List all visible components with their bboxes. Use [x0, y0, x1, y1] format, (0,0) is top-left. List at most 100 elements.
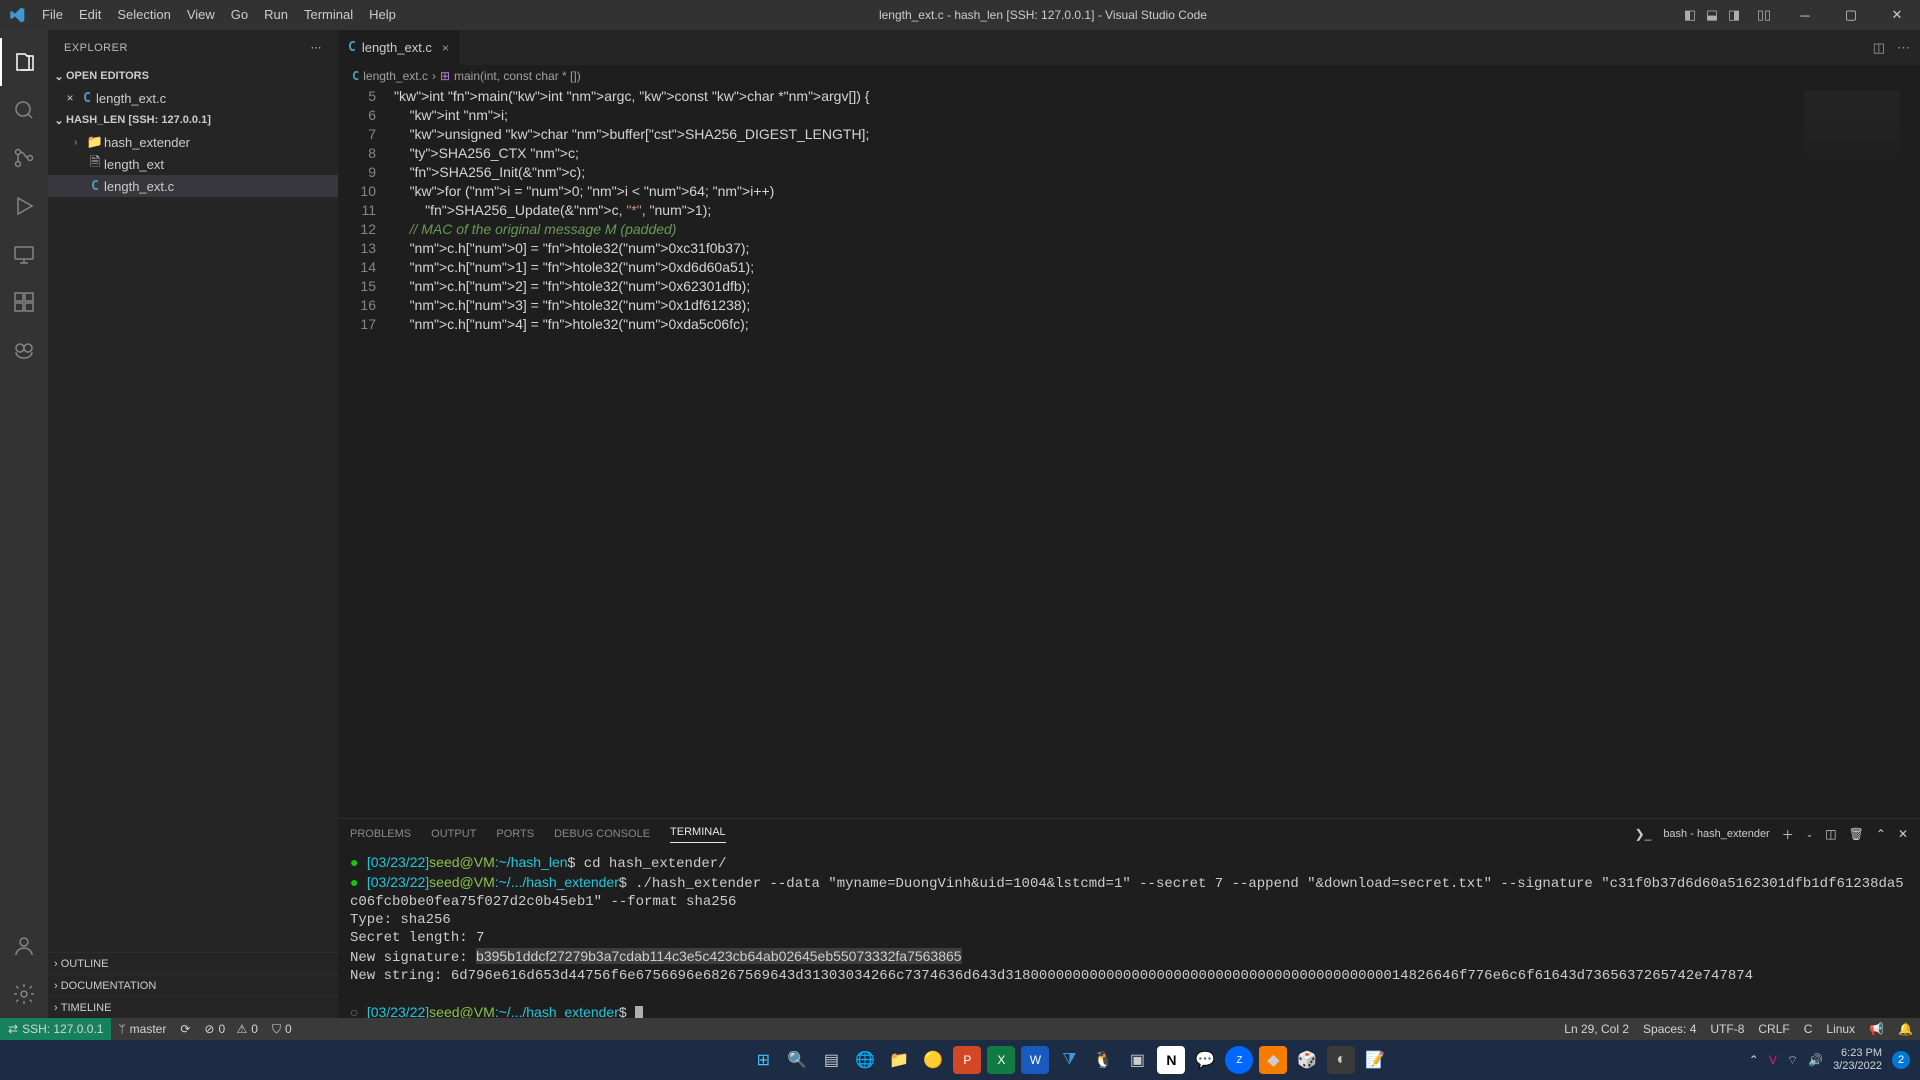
- menu-view[interactable]: View: [179, 0, 223, 30]
- remote-explorer-activity-icon[interactable]: [0, 230, 48, 278]
- explorer-sidebar: EXPLORER ⋯ ⌄OPEN EDITORS × C length_ext.…: [48, 30, 338, 1018]
- toggle-panel-right-icon[interactable]: ◨: [1726, 7, 1742, 23]
- terminal-shell-name[interactable]: bash - hash_extender: [1663, 828, 1769, 840]
- indentation-status[interactable]: Spaces: 4: [1636, 1018, 1703, 1040]
- split-editor-icon[interactable]: ◫: [1873, 40, 1885, 56]
- sync-button[interactable]: ⟳: [173, 1018, 197, 1040]
- excel-icon[interactable]: X: [987, 1046, 1015, 1074]
- accounts-activity-icon[interactable]: [0, 922, 48, 970]
- window-maximize-button[interactable]: ▢: [1828, 0, 1874, 30]
- more-actions-icon[interactable]: ⋯: [1897, 40, 1910, 56]
- settings-activity-icon[interactable]: [0, 970, 48, 1018]
- taskbar-clock[interactable]: 6:23 PM3/23/2022: [1833, 1047, 1882, 1073]
- linux-icon[interactable]: 🐧: [1089, 1046, 1117, 1074]
- extensions-activity-icon[interactable]: [0, 278, 48, 326]
- open-editors-section[interactable]: ⌄OPEN EDITORS: [48, 65, 338, 87]
- terminal-dropdown-icon[interactable]: ⌄: [1806, 829, 1814, 840]
- window-close-button[interactable]: ✕: [1874, 0, 1920, 30]
- panel-tab-terminal[interactable]: TERMINAL: [670, 826, 726, 843]
- app-icon[interactable]: ◆: [1259, 1046, 1287, 1074]
- scm-activity-icon[interactable]: [0, 134, 48, 182]
- windows-taskbar: ⊞ 🔍 ▤ 🌐 📁 🟡 P X W ⧩ 🐧 ▣ N 💬 Z ◆ 🎲 ◐ 📝 ⌃ …: [0, 1040, 1920, 1080]
- volume-icon[interactable]: 🔊: [1808, 1053, 1823, 1067]
- minimap[interactable]: [1804, 91, 1900, 171]
- notion-icon[interactable]: N: [1157, 1046, 1185, 1074]
- problems-status[interactable]: ⊘0 ⚠0: [197, 1018, 265, 1040]
- notifications-icon[interactable]: 🔔: [1891, 1018, 1920, 1040]
- search-taskbar-icon[interactable]: 🔍: [783, 1046, 811, 1074]
- explorer-activity-icon[interactable]: [0, 38, 48, 86]
- eol-status[interactable]: CRLF: [1751, 1018, 1796, 1040]
- feedback-icon[interactable]: 📢: [1862, 1018, 1891, 1040]
- close-editor-icon[interactable]: ×: [62, 91, 78, 105]
- powerpoint-icon[interactable]: P: [953, 1046, 981, 1074]
- window-minimize-button[interactable]: ─: [1782, 0, 1828, 30]
- language-status[interactable]: C: [1797, 1018, 1820, 1040]
- wifi-icon[interactable]: ⌔: [1787, 1053, 1798, 1068]
- terminal-body[interactable]: ● [03/23/22]seed@VM:~/hash_len$ cd hash_…: [338, 849, 1920, 1018]
- toggle-panel-left-icon[interactable]: ◧: [1682, 7, 1698, 23]
- toggle-panel-bottom-icon[interactable]: ⬓: [1704, 7, 1720, 23]
- code-editor[interactable]: 567891011121314151617 "kw">int "fn">main…: [338, 87, 1920, 818]
- panel-tab-problems[interactable]: PROBLEMS: [350, 828, 411, 840]
- messenger-icon[interactable]: 💬: [1191, 1046, 1219, 1074]
- tray-chevron-icon[interactable]: ⌃: [1749, 1053, 1759, 1067]
- os-status[interactable]: Linux: [1819, 1018, 1862, 1040]
- remote-indicator[interactable]: ⇄ SSH: 127.0.0.1: [0, 1018, 111, 1040]
- menu-go[interactable]: Go: [223, 0, 256, 30]
- tree-folder-hash-extender[interactable]: › 📁 hash_extender: [48, 131, 338, 153]
- new-terminal-icon[interactable]: ＋: [1782, 826, 1794, 843]
- kill-terminal-icon[interactable]: 🗑: [1849, 827, 1864, 841]
- editor-tab[interactable]: C length_ext.c ×: [338, 30, 460, 65]
- outline-section[interactable]: › OUTLINE: [48, 952, 338, 974]
- run-debug-activity-icon[interactable]: [0, 182, 48, 230]
- menu-selection[interactable]: Selection: [109, 0, 178, 30]
- chrome-icon[interactable]: 🟡: [919, 1046, 947, 1074]
- terminal-shell-icon[interactable]: ❯_: [1635, 827, 1652, 841]
- search-activity-icon[interactable]: [0, 86, 48, 134]
- notification-center-icon[interactable]: 2: [1892, 1051, 1910, 1069]
- close-tab-icon[interactable]: ×: [442, 41, 449, 55]
- app-icon-3[interactable]: ◐: [1327, 1046, 1355, 1074]
- customize-layout-icon[interactable]: ▯▯: [1756, 7, 1772, 23]
- file-explorer-icon[interactable]: 📁: [885, 1046, 913, 1074]
- ports-status[interactable]: ⛉0: [265, 1018, 299, 1040]
- menu-edit[interactable]: Edit: [71, 0, 109, 30]
- menu-run[interactable]: Run: [256, 0, 296, 30]
- panel-tab-ports[interactable]: PORTS: [496, 828, 534, 840]
- terminal-taskbar-icon[interactable]: ▣: [1123, 1046, 1151, 1074]
- breadcrumb-file[interactable]: length_ext.c: [363, 69, 428, 83]
- app-icon-2[interactable]: 🎲: [1293, 1046, 1321, 1074]
- tray-app-icon[interactable]: V: [1769, 1053, 1777, 1067]
- copilot-activity-icon[interactable]: [0, 326, 48, 374]
- breadcrumb-symbol[interactable]: main(int, const char * []): [454, 69, 581, 83]
- tree-file-length-ext-c[interactable]: C length_ext.c: [48, 175, 338, 197]
- git-branch[interactable]: ᛘmaster: [111, 1018, 173, 1040]
- cursor-position[interactable]: Ln 29, Col 2: [1557, 1018, 1636, 1040]
- panel-tab-debug[interactable]: DEBUG CONSOLE: [554, 828, 650, 840]
- encoding-status[interactable]: UTF-8: [1703, 1018, 1751, 1040]
- word-icon[interactable]: W: [1021, 1046, 1049, 1074]
- explorer-more-icon[interactable]: ⋯: [311, 41, 323, 54]
- open-editor-item[interactable]: × C length_ext.c: [48, 87, 338, 109]
- menu-terminal[interactable]: Terminal: [296, 0, 361, 30]
- vscode-taskbar-icon[interactable]: ⧩: [1055, 1046, 1083, 1074]
- tree-file-length-ext[interactable]: 🗎 length_ext: [48, 153, 338, 175]
- zalo-icon[interactable]: Z: [1225, 1046, 1253, 1074]
- edge-icon[interactable]: 🌐: [851, 1046, 879, 1074]
- breadcrumb[interactable]: C length_ext.c › ⊞ main(int, const char …: [338, 65, 1920, 87]
- panel-tab-output[interactable]: OUTPUT: [431, 828, 476, 840]
- maximize-panel-icon[interactable]: ⌃: [1876, 827, 1886, 841]
- close-panel-icon[interactable]: ✕: [1898, 827, 1908, 841]
- code-content[interactable]: "kw">int "fn">main("kw">int "nm">argc, "…: [394, 87, 869, 818]
- documentation-section[interactable]: › DOCUMENTATION: [48, 974, 338, 996]
- task-view-icon[interactable]: ▤: [817, 1046, 845, 1074]
- notepad-icon[interactable]: 📝: [1361, 1046, 1389, 1074]
- split-terminal-icon[interactable]: ◫: [1825, 827, 1836, 841]
- menu-file[interactable]: File: [34, 0, 71, 30]
- start-button[interactable]: ⊞: [749, 1046, 777, 1074]
- layout-controls: ◧ ⬓ ◨ ▯▯: [1682, 7, 1782, 23]
- timeline-section[interactable]: › TIMELINE: [48, 996, 338, 1018]
- menu-help[interactable]: Help: [361, 0, 404, 30]
- project-section[interactable]: ⌄HASH_LEN [SSH: 127.0.0.1]: [48, 109, 338, 131]
